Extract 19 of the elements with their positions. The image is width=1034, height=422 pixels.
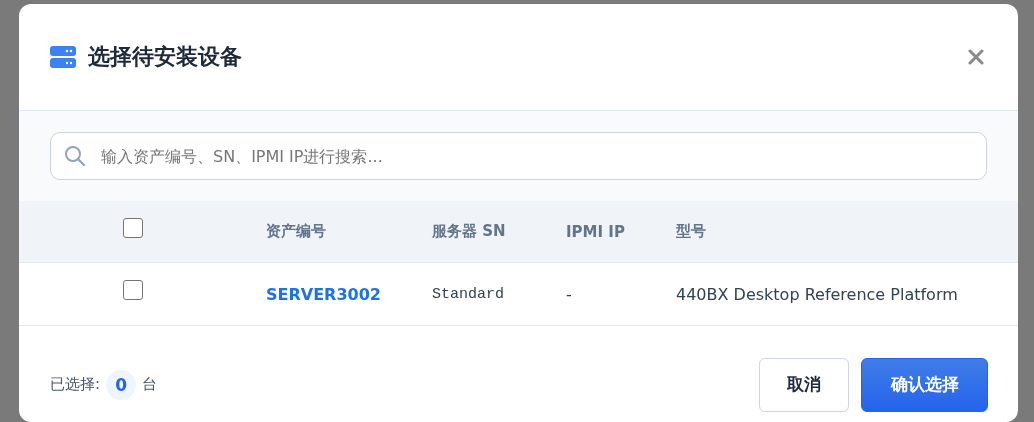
column-header: 服务器 SN [431, 222, 507, 241]
asset-link[interactable]: SERVER3002 [247, 284, 413, 304]
column-header: 型号 [675, 222, 707, 241]
select-all-checkbox[interactable] [123, 217, 143, 238]
cancel-button[interactable]: 取消 [759, 357, 849, 412]
column-header: 资产编号 [265, 222, 327, 241]
server-icon [50, 46, 76, 68]
search-field[interactable]: 输入资产编号、SN、IPMI IP进行搜索... [50, 132, 987, 180]
unit-label: 台 [142, 375, 158, 394]
dialog-title: 选择待安装设备 [88, 43, 243, 71]
selected-label: 已选择: [50, 375, 101, 394]
table-cell-text: - [565, 284, 573, 304]
row-checkbox[interactable] [123, 280, 143, 300]
column-header: IPMI IP [565, 222, 626, 241]
table-cell-text: Standard [431, 285, 505, 303]
table-cell-text: 440BX Desktop Reference Platform [675, 284, 959, 304]
confirm-button[interactable]: 确认选择 [861, 357, 988, 412]
search-icon [64, 145, 86, 167]
selected-count: 0 [106, 369, 137, 400]
